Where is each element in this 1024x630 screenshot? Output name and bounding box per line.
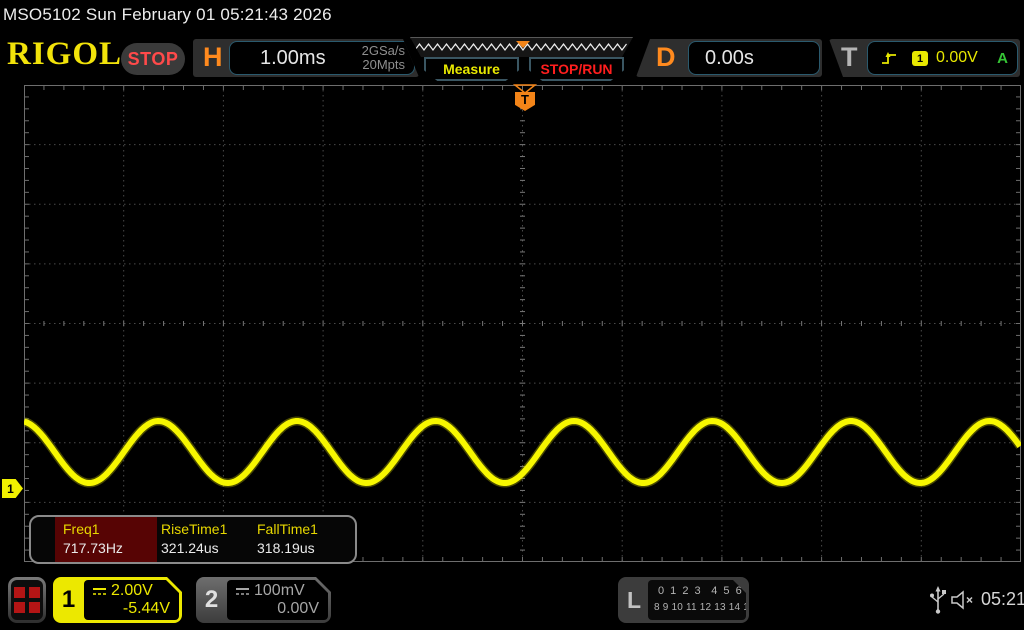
channel2-number: 2 — [204, 586, 219, 613]
horizontal-label: H — [203, 42, 223, 72]
logic-row-0-7: 0 1 2 3 4 5 6 7 — [658, 585, 756, 597]
measurement-label: RiseTime1 — [161, 521, 228, 537]
delay-settings-button[interactable]: D 0.00s — [636, 39, 822, 77]
channel1-scale: 2.00V — [111, 582, 153, 599]
measurement-value: 321.24us — [161, 540, 219, 556]
channel2-info: 100mV 0.00V — [227, 580, 328, 620]
waveform-display — [24, 85, 1021, 562]
logic-channel-list: 0 1 2 3 4 5 6 7 8 9 10 11 12 13 14 15 — [648, 580, 746, 620]
horizontal-settings-button[interactable]: H 1.00ms 2GSa/s 20Mpts — [193, 39, 419, 77]
delay-value: 0.00s — [705, 47, 754, 69]
logic-channels-badge[interactable]: L 0 1 2 3 4 5 6 7 8 9 10 11 12 13 14 15 — [618, 577, 749, 623]
delay-label: D — [656, 42, 676, 72]
channel1-number: 1 — [61, 586, 76, 613]
sample-rate: 2GSa/s — [361, 43, 405, 58]
system-clock: 05:21 — [981, 589, 1024, 609]
dc-coupling-icon — [92, 586, 107, 597]
trigger-box: 1 0.00V A — [867, 41, 1018, 75]
memory-depth: 20Mpts — [362, 57, 405, 72]
grid-menu-icon — [11, 580, 43, 620]
delay-box: 0.00s — [688, 41, 820, 75]
run-state-badge: STOP — [121, 43, 185, 75]
stop-run-button[interactable]: STOP/RUN — [529, 57, 624, 81]
trigger-label: T — [841, 42, 858, 72]
timebase-value: 1.00ms — [260, 47, 326, 69]
channel1-badge[interactable]: 1 2.00V -5.44V — [53, 577, 182, 623]
channel1-info: 2.00V -5.44V — [84, 580, 179, 620]
measurement-label: Freq1 — [63, 521, 100, 537]
trigger-settings-button[interactable]: T 1 0.00V A — [829, 39, 1020, 77]
measure-button[interactable]: Measure — [424, 57, 519, 81]
timebase-box: 1.00ms 2GSa/s 20Mpts — [229, 41, 415, 75]
channel1-offset: -5.44V — [122, 600, 170, 617]
measurement-label: FallTime1 — [257, 521, 318, 537]
rising-edge-icon — [882, 52, 896, 64]
logic-label: L — [627, 586, 642, 613]
measurement-value: 717.73Hz — [63, 540, 123, 556]
menu-button[interactable] — [8, 577, 46, 623]
rigol-logo: RIGOL — [7, 36, 123, 72]
measurement-value: 318.19us — [257, 540, 315, 556]
acquisition-info: 2GSa/s 20Mpts — [362, 44, 405, 72]
trigger-mode: A — [997, 50, 1008, 67]
channel2-scale: 100mV — [254, 582, 305, 599]
memory-waveform-icon — [414, 41, 627, 51]
logic-row-8-15: 8 9 10 11 12 13 14 15 — [654, 602, 755, 613]
channel2-badge[interactable]: 2 100mV 0.00V — [196, 577, 331, 623]
waveform-memory-bar[interactable] — [410, 37, 633, 57]
trigger-level-value: 0.00V — [936, 49, 978, 66]
channel2-offset: 0.00V — [277, 600, 319, 617]
dc-coupling-icon — [235, 586, 250, 597]
usb-icon — [930, 586, 946, 614]
channel1-level-marker[interactable]: 1 — [2, 479, 23, 498]
window-title: MSO5102 Sun February 01 05:21:43 2026 — [3, 5, 332, 24]
speaker-muted-icon — [951, 590, 973, 610]
oscilloscope-screen: MSO5102 Sun February 01 05:21:43 2026 RI… — [0, 0, 1024, 630]
measurement-panel[interactable]: Freq1 717.73Hz RiseTime1 321.24us FallTi… — [29, 515, 357, 564]
trigger-source-badge: 1 — [912, 51, 928, 66]
